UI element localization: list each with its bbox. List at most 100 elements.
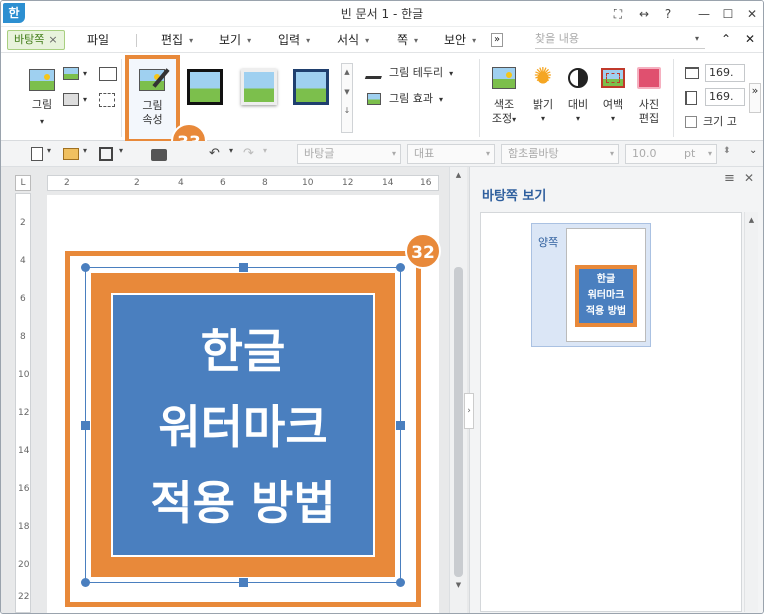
ruler-corner-icon[interactable]: L — [15, 175, 31, 191]
picture-effect-icon[interactable] — [367, 93, 381, 105]
resize-handle-se[interactable] — [396, 578, 405, 587]
tab-close-icon[interactable]: × — [48, 33, 57, 46]
menu-file[interactable]: 파일 — [87, 31, 109, 48]
picture-button-label[interactable]: 그림 — [27, 98, 57, 112]
picture-arrange-icon[interactable] — [63, 93, 79, 106]
contrast-label[interactable]: 대비 ▾ — [562, 98, 594, 126]
chevron-down-icon[interactable]: ▾ — [83, 146, 87, 155]
master-page-thumbnail[interactable]: 양쪽 한글 워터마크 적용 방법 — [531, 223, 651, 347]
chevron-down-icon[interactable]: ▾ — [695, 31, 699, 47]
panel-scrollbar[interactable]: ▲ — [744, 212, 758, 612]
chevron-down-icon: ▾ — [610, 114, 615, 123]
close-icon[interactable]: ✕ — [741, 5, 763, 23]
style-select[interactable]: 바탕글 ▾ — [297, 144, 401, 164]
maximize-icon[interactable]: ☐ — [717, 5, 739, 23]
brightness-label[interactable]: 밝기 ▾ — [527, 98, 559, 126]
chevron-down-icon[interactable]: ▾ — [27, 115, 57, 129]
resize-handle-nw[interactable] — [81, 263, 90, 272]
font-size-stepper[interactable]: ⬍ — [723, 146, 731, 156]
picture-style-thumb-2[interactable] — [241, 69, 277, 105]
watermark-picture[interactable]: 한글 워터마크 적용 방법 — [81, 263, 405, 587]
font-size-input[interactable]: 10.0 pt ▾ — [625, 144, 717, 164]
picture-style-thumb-3[interactable] — [293, 69, 329, 105]
font-select[interactable]: 함초롬바탕 ▾ — [501, 144, 619, 164]
photo-edit-label[interactable]: 사진 편집 — [633, 98, 665, 126]
panel-menu-icon[interactable]: ≡ — [724, 171, 735, 186]
undo-icon[interactable]: ↶ — [209, 146, 220, 161]
picture-border-label[interactable]: 그림 테두리 ▾ — [389, 66, 453, 81]
resize-handle-w[interactable] — [81, 421, 90, 430]
menu-separator — [136, 34, 137, 47]
resize-icon[interactable]: ↔ — [633, 5, 655, 23]
resize-handle-n[interactable] — [239, 263, 248, 272]
width-input[interactable]: 169. — [705, 64, 745, 82]
size-fix-checkbox[interactable] — [685, 116, 697, 128]
scrollbar-thumb[interactable] — [454, 267, 463, 577]
resize-handle-e[interactable] — [396, 421, 405, 430]
picture-properties-button[interactable]: 그림 속성 — [125, 55, 180, 143]
photo-edit-icon[interactable] — [637, 67, 661, 89]
fullscreen-icon[interactable]: ⛶ — [607, 5, 629, 23]
chevron-down-icon[interactable]: ▾ — [47, 146, 51, 155]
scroll-down-icon[interactable]: ▼ — [342, 88, 352, 96]
margin-icon[interactable] — [601, 68, 625, 88]
picture-effect-label[interactable]: 그림 효과 ▾ — [389, 92, 443, 107]
chevron-down-icon[interactable]: ▾ — [83, 93, 87, 107]
print-icon[interactable] — [151, 149, 167, 161]
scroll-up-icon[interactable]: ▲ — [745, 216, 758, 224]
color-adjust-icon[interactable] — [492, 67, 516, 89]
panel-collapse-icon[interactable]: › — [464, 393, 474, 429]
chevron-down-icon[interactable]: ▾ — [263, 146, 267, 155]
menu-view[interactable]: 보기 ▾ — [219, 31, 251, 48]
save-icon[interactable] — [99, 147, 113, 161]
open-folder-icon[interactable] — [63, 148, 79, 160]
size-fix-label: 크기 고 — [703, 115, 737, 128]
menu-more-icon[interactable]: » — [491, 33, 504, 47]
toolbar-expand-icon[interactable]: ⌄ — [749, 145, 757, 156]
margin-label[interactable]: 여백 ▾ — [597, 98, 629, 126]
language-select[interactable]: 대표 ▾ — [407, 144, 495, 164]
picture-insert-icon[interactable] — [63, 67, 79, 80]
menu-insert[interactable]: 입력 ▾ — [278, 31, 310, 48]
resize-handle-s[interactable] — [239, 578, 248, 587]
chevron-down-icon[interactable]: ▾ — [229, 146, 233, 155]
brightness-icon[interactable]: ✺ — [532, 66, 554, 89]
picture-icon[interactable] — [29, 69, 55, 91]
redo-icon[interactable]: ↷ — [243, 146, 254, 161]
scroll-up-icon[interactable]: ▲ — [450, 171, 467, 179]
height-input[interactable]: 169. — [705, 88, 745, 106]
document-page[interactable]: 한글 워터마크 적용 방법 — [47, 195, 439, 613]
chevron-down-icon[interactable]: ▾ — [119, 146, 123, 155]
color-adjust-label[interactable]: 색조 조정▾ — [487, 98, 521, 127]
search-input[interactable]: 찾을 내용 ▾ — [535, 31, 705, 49]
picture-rotate-icon[interactable] — [99, 67, 117, 81]
menu-edit[interactable]: 편집 ▾ — [161, 31, 193, 48]
ribbon-collapse-icon[interactable]: ⌃ — [721, 32, 731, 46]
horizontal-ruler[interactable]: 2 2 4 6 8 10 12 14 16 — [47, 175, 439, 191]
resize-handle-ne[interactable] — [396, 263, 405, 272]
menu-security[interactable]: 보안 ▾ — [444, 31, 476, 48]
menu-page[interactable]: 쪽 ▾ — [397, 31, 418, 48]
contrast-icon[interactable] — [568, 68, 588, 88]
panel-close-icon[interactable]: ✕ — [744, 171, 754, 185]
chevron-down-icon[interactable]: ▾ — [83, 67, 87, 81]
menu-edit-label: 편집 — [161, 33, 184, 47]
menu-format[interactable]: 서식 ▾ — [337, 31, 369, 48]
vertical-ruler[interactable]: 2 4 6 8 10 12 14 16 18 20 22 — [15, 193, 31, 613]
gallery-expand-icon[interactable]: ↓ — [342, 106, 352, 115]
editor-scrollbar[interactable]: ▲ ▼ — [449, 167, 467, 613]
help-icon[interactable]: ? — [657, 5, 679, 23]
scroll-down-icon[interactable]: ▼ — [450, 581, 467, 589]
color-adjust-line2: 조정▾ — [491, 112, 517, 125]
picture-border-icon[interactable] — [364, 67, 386, 79]
picture-style-thumb-1[interactable] — [187, 69, 223, 105]
master-page-tab[interactable]: 바탕쪽 × — [7, 30, 65, 50]
resize-handle-sw[interactable] — [81, 578, 90, 587]
doc-close-icon[interactable]: ✕ — [745, 32, 755, 46]
scroll-up-icon[interactable]: ▲ — [342, 68, 352, 76]
crop-icon[interactable] — [99, 93, 115, 107]
ribbon-expand-icon[interactable]: » — [749, 83, 761, 113]
style-gallery-scroll[interactable]: ▲ ▼ ↓ — [341, 63, 353, 133]
new-doc-icon[interactable] — [31, 147, 43, 161]
minimize-icon[interactable]: — — [693, 5, 715, 23]
